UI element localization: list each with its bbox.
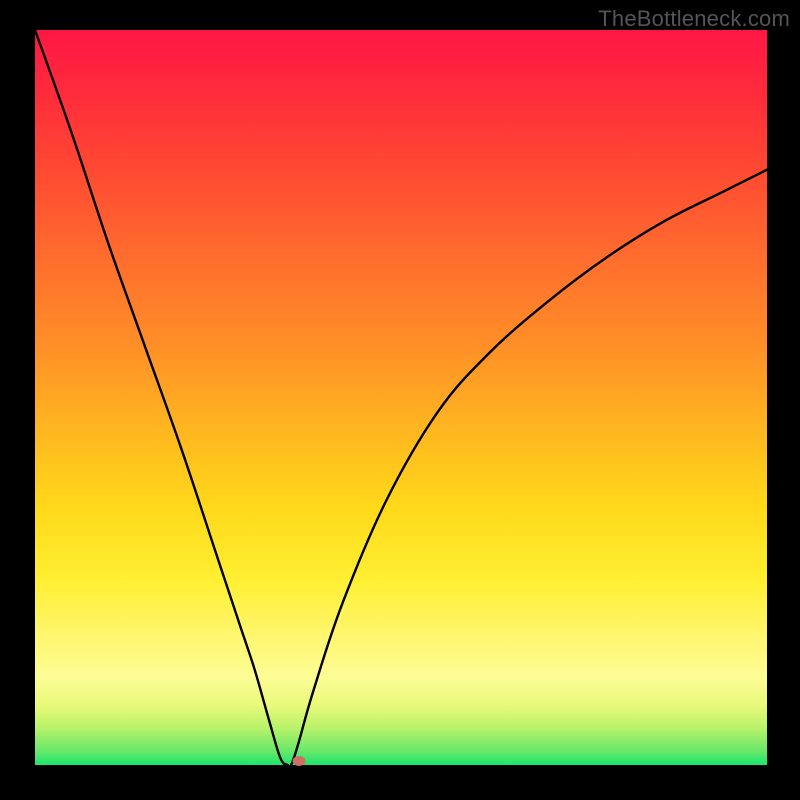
optimal-point-marker	[292, 756, 305, 766]
bottleneck-curve-line	[35, 30, 767, 765]
chart-container: TheBottleneck.com	[0, 0, 800, 800]
watermark-text: TheBottleneck.com	[598, 6, 790, 32]
plot-area	[35, 30, 767, 765]
curve-svg	[35, 30, 767, 765]
